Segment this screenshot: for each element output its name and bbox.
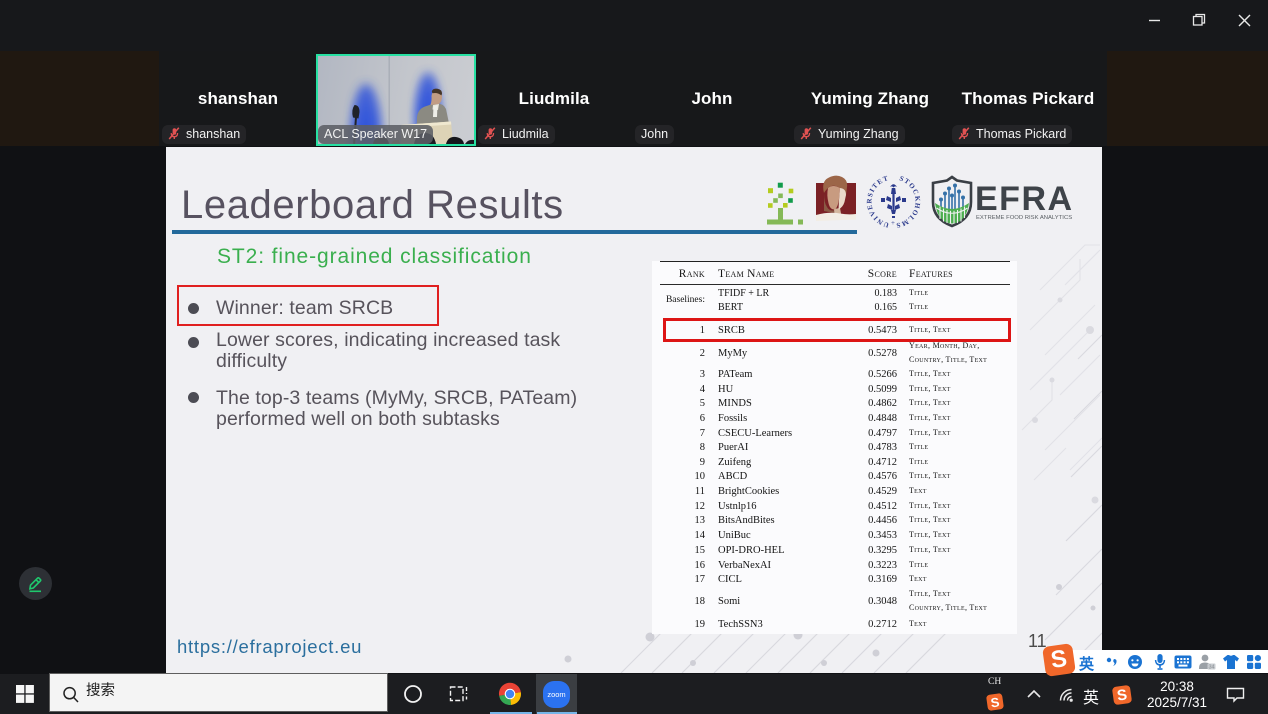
svg-text:STOCKHOLMS: STOCKHOLMS [895, 174, 921, 229]
svg-text:+: + [891, 219, 895, 227]
svg-text:UNIVERSITET: UNIVERSITET [866, 174, 890, 229]
svg-text:34: 34 [1209, 664, 1215, 670]
